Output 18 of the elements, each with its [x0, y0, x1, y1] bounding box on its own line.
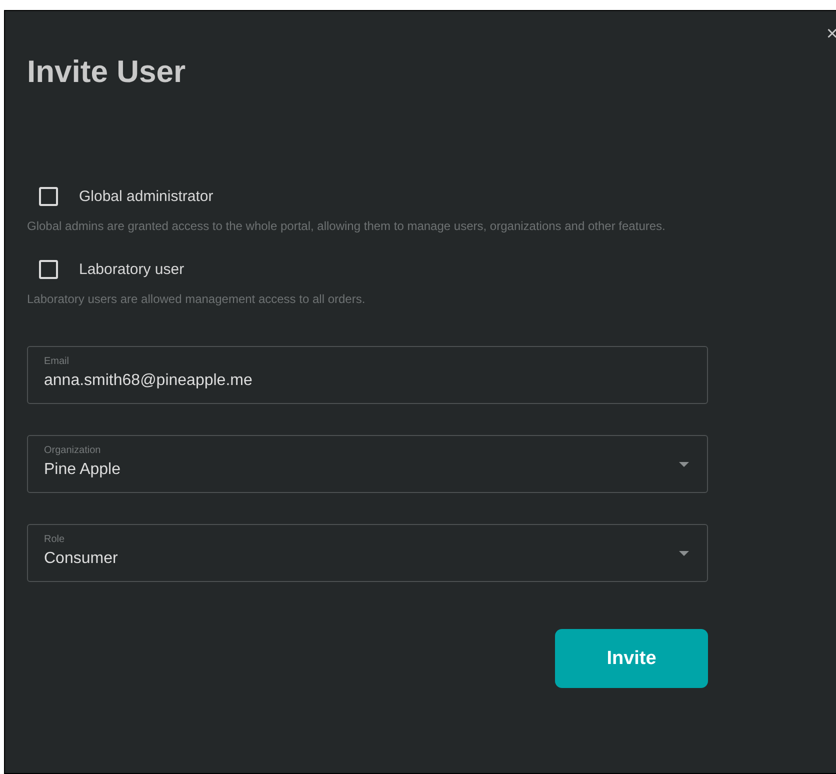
option-description: Laboratory users are allowed management access to all orders.: [27, 291, 366, 308]
field-label: Organization: [44, 444, 102, 458]
field-value: anna.smith68@pineapple.me: [44, 371, 252, 391]
field-value: Pine Apple: [44, 460, 121, 480]
option-description: Global admins are granted access to the whole portal, allowing them to manage users, organizations and other features.: [27, 218, 666, 235]
field-value: Consumer: [44, 549, 118, 569]
caret-icon: [679, 551, 689, 556]
input-field[interactable]: Email anna.smith68@pineapple.me: [27, 346, 708, 404]
select-field[interactable]: Role Consumer: [27, 524, 708, 582]
field-label: Email: [44, 355, 70, 369]
caret-icon: [679, 462, 689, 467]
field-label: Role: [44, 533, 66, 547]
checkbox-label: Global administrator: [79, 188, 214, 204]
checkbox[interactable]: [39, 186, 58, 206]
select-field[interactable]: Organization Pine Apple: [27, 435, 708, 493]
checkbox-label: Laboratory user: [79, 260, 184, 278]
checkbox[interactable]: [39, 260, 58, 278]
dialog-title: Invite User: [27, 54, 186, 90]
